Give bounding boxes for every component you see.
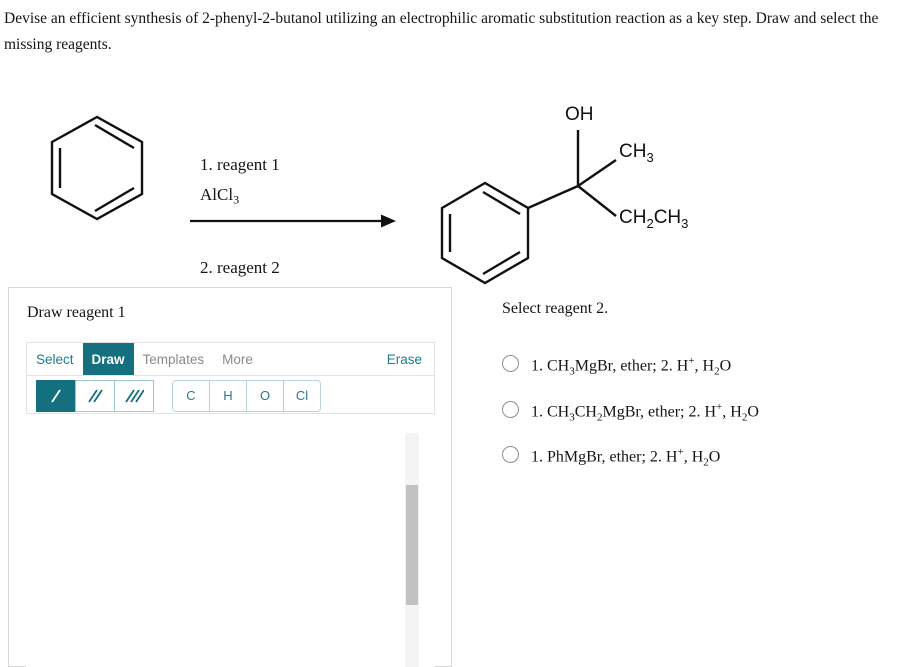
- tab-more[interactable]: More: [213, 343, 262, 375]
- editor-tab-bar: Select Draw Templates More Erase: [27, 343, 434, 376]
- element-button-h[interactable]: H: [210, 380, 247, 411]
- product-2-phenyl-2-butanol-structure: OH CH3 CH2CH3: [440, 104, 688, 285]
- element-button-o[interactable]: O: [247, 380, 284, 411]
- radio-option-1[interactable]: [502, 355, 519, 372]
- tab-select[interactable]: Select: [27, 343, 83, 375]
- condition-step2: 2. reagent 2: [200, 258, 280, 277]
- element-button-group: C H O Cl: [172, 379, 321, 412]
- product-label-ethyl: CH2CH3: [619, 207, 688, 231]
- answer-option-1[interactable]: 1. CH3MgBr, ether; 2. H+, H2O: [502, 352, 902, 382]
- double-bond-icon: [88, 389, 103, 402]
- triple-bond-tool[interactable]: [114, 379, 154, 412]
- radio-option-2[interactable]: [502, 400, 519, 418]
- product-label-methyl: CH3: [619, 141, 654, 165]
- drawing-canvas[interactable]: [26, 419, 435, 667]
- answer-option-2-label: 1. CH3CH2MgBr, ether; 2. H+, H2O: [531, 400, 759, 424]
- element-button-c[interactable]: C: [173, 380, 210, 411]
- draw-panel-title: Draw reagent 1: [27, 304, 126, 321]
- reaction-scheme: 1. reagent 1 AlCl3 2. reagent 2 OH CH3 C…: [0, 55, 915, 285]
- element-button-cl[interactable]: Cl: [284, 380, 320, 411]
- answer-option-1-label: 1. CH3MgBr, ether; 2. H+, H2O: [531, 355, 732, 378]
- draw-reagent-panel: Draw reagent 1 Select Draw Templates Mor…: [8, 287, 452, 667]
- double-bond-tool[interactable]: [75, 379, 114, 412]
- answer-option-2[interactable]: 1. CH3CH2MgBr, ether; 2. H+, H2O: [502, 398, 902, 428]
- triple-bond-icon: [125, 389, 144, 402]
- erase-button[interactable]: Erase: [378, 343, 434, 375]
- single-bond-icon: [51, 389, 61, 402]
- tab-templates[interactable]: Templates: [134, 343, 214, 375]
- answer-panel-title: Select reagent 2.: [502, 300, 609, 317]
- radio-option-3[interactable]: [502, 446, 519, 464]
- answer-option-3-label: 1. PhMgBr, ether; 2. H+, H2O: [531, 446, 721, 469]
- select-reagent-panel: Select reagent 2. 1. CH3MgBr, ether; 2. …: [502, 300, 902, 489]
- panel-divider: [451, 287, 452, 658]
- bond-tool-group: [36, 379, 154, 412]
- canvas-scrollbar-thumb[interactable]: [406, 485, 418, 605]
- molecule-editor-toolbar: Select Draw Templates More Erase C H O C…: [26, 342, 435, 414]
- tab-draw[interactable]: Draw: [82, 343, 134, 375]
- editor-tool-row: C H O Cl: [27, 376, 434, 415]
- product-label-oh: OH: [565, 104, 594, 125]
- single-bond-tool[interactable]: [36, 379, 75, 412]
- canvas-scrollbar-track[interactable]: [405, 433, 419, 667]
- question-prompt: Devise an efficient synthesis of 2-pheny…: [4, 10, 879, 53]
- reaction-arrow: [190, 214, 396, 228]
- answer-option-3[interactable]: 1. PhMgBr, ether; 2. H+, H2O: [502, 443, 902, 473]
- reactant-benzene-structure: [50, 115, 144, 221]
